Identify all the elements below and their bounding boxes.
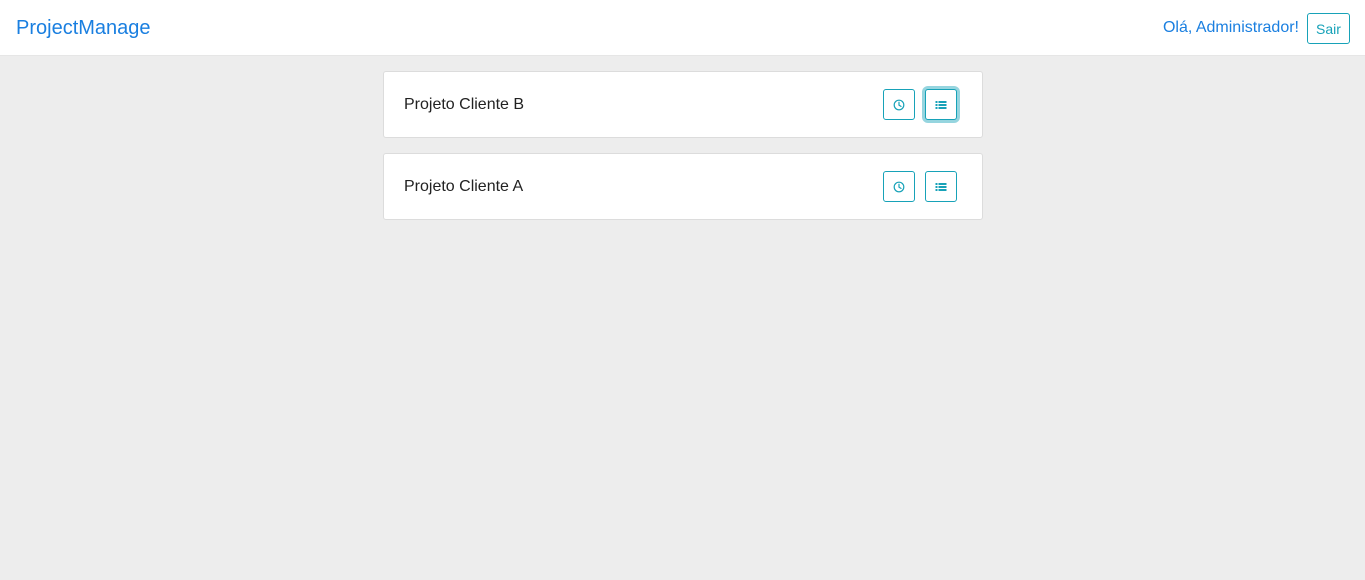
project-time-button[interactable] [883,89,915,120]
brand-link[interactable]: ProjectManage [16,15,151,41]
project-card: Projeto Cliente B [383,71,983,138]
project-tasks-button[interactable] [925,171,957,202]
project-tasks-button[interactable] [925,89,957,120]
project-title: Projeto Cliente B [404,96,525,113]
list-icon [935,100,947,109]
logout-button[interactable]: Sair [1307,13,1350,44]
navbar: ProjectManage Olá, Administrador! Sair [0,0,1365,56]
project-title: Projeto Cliente A [404,178,524,195]
project-card: Projeto Cliente A [383,153,983,220]
project-time-button[interactable] [883,171,915,202]
clock-icon [893,99,905,110]
user-greeting: Olá, Administrador! [1162,19,1299,36]
list-icon [935,182,947,191]
clock-icon [893,181,905,192]
